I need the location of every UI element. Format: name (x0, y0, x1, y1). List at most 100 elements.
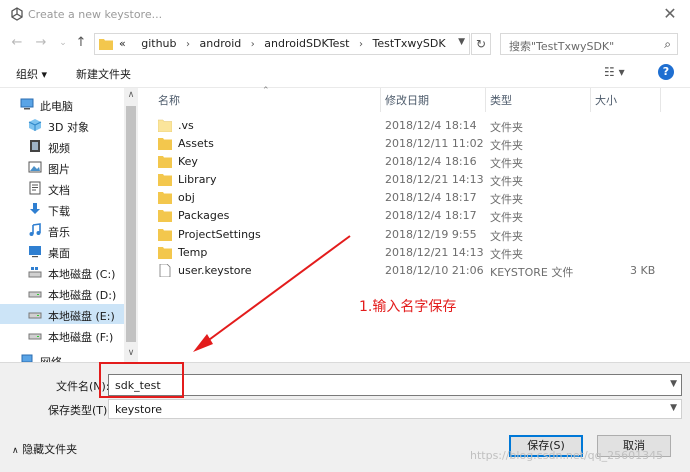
breadcrumb-testtxwysdk[interactable]: TestTxwySDK (372, 37, 445, 50)
chevron-down-icon[interactable]: ⌄ (54, 34, 72, 52)
refresh-icon[interactable]: ↻ (471, 33, 491, 55)
breadcrumb: « github › android › androidSDKTest › Te… (119, 37, 446, 50)
column-divider[interactable] (485, 88, 486, 112)
view-options-icon[interactable]: ☷ ▾ (604, 65, 625, 79)
filetype-label: 保存类型(T): (48, 404, 112, 417)
sidebar: 此电脑 3D 对象 视频 图片 文档 下载 音乐 桌面 本地磁盘 (C:) 本地… (0, 88, 124, 362)
download-icon (30, 203, 40, 214)
filetype-value: keystore (115, 403, 163, 416)
sidebar-item-this-pc[interactable]: 此电脑 (0, 94, 124, 114)
sidebar-item-desktop[interactable]: 桌面 (0, 241, 124, 261)
table-row[interactable]: .vs 2018/12/4 18:14 文件夹 (150, 117, 690, 135)
window-title: Create a new keystore... (28, 8, 163, 21)
column-divider[interactable] (380, 88, 381, 112)
table-row[interactable]: user.keystore 2018/12/10 21:06 KEYSTORE … (150, 262, 690, 280)
cube-icon (28, 119, 42, 131)
breadcrumb-overflow[interactable]: « (119, 37, 126, 50)
new-folder-button[interactable]: 新建文件夹 (76, 66, 131, 82)
scrollbar-thumb[interactable] (126, 106, 136, 342)
music-icon (29, 223, 41, 236)
network-icon (21, 354, 33, 362)
command-toolbar: 组织 ▾ 新建文件夹 ☷ ▾ ? (0, 58, 690, 88)
folder-icon (158, 156, 172, 168)
search-icon[interactable]: ⌕ (664, 37, 671, 52)
filename-input[interactable] (109, 375, 663, 395)
hide-folders-toggle[interactable]: ∧ 隐藏文件夹 (12, 441, 77, 457)
column-header-size[interactable]: 大小 (595, 92, 617, 108)
sort-ascending-icon: ⌃ (262, 86, 270, 96)
sidebar-item-documents[interactable]: 文档 (0, 178, 124, 198)
video-icon (30, 140, 40, 152)
sidebar-item-drive-f[interactable]: 本地磁盘 (F:) (0, 325, 124, 345)
annotation-text: 1.输入名字保存 (359, 299, 457, 315)
sidebar-item-drive-c[interactable]: 本地磁盘 (C:) (0, 262, 124, 282)
search-box[interactable]: 搜索"TestTxwySDK" ⌕ (500, 33, 678, 55)
sidebar-item-videos[interactable]: 视频 (0, 136, 124, 156)
folder-icon (158, 247, 172, 259)
breadcrumb-github[interactable]: github (141, 37, 176, 50)
table-row[interactable]: Temp 2018/12/21 14:13 文件夹 (150, 244, 690, 262)
column-header-type[interactable]: 类型 (490, 92, 512, 108)
organize-button[interactable]: 组织 ▾ (16, 66, 47, 82)
folder-icon (158, 119, 172, 132)
column-header-date[interactable]: 修改日期 (385, 92, 429, 108)
chevron-down-icon[interactable]: ▼ (458, 37, 465, 47)
desktop-icon (29, 246, 41, 258)
table-row[interactable]: obj 2018/12/4 18:17 文件夹 (150, 189, 690, 207)
folder-icon (158, 138, 172, 150)
chevron-right-icon[interactable]: › (359, 39, 363, 50)
help-icon[interactable]: ? (658, 64, 674, 80)
computer-icon (20, 98, 34, 110)
sidebar-item-drive-e[interactable]: 本地磁盘 (E:) (0, 304, 124, 324)
chevron-right-icon[interactable]: › (186, 39, 190, 50)
windows-drive-icon (28, 267, 42, 278)
folder-icon (158, 192, 172, 204)
scroll-down-icon[interactable]: ∨ (124, 348, 138, 358)
forward-arrow-icon[interactable]: → (32, 34, 50, 52)
unity-icon (11, 7, 23, 21)
chevron-down-icon[interactable]: ▼ (670, 403, 677, 413)
scroll-up-icon[interactable]: ∧ (124, 90, 138, 100)
table-row[interactable]: Library 2018/12/21 14:13 文件夹 (150, 171, 690, 189)
filetype-select[interactable]: keystore ▼ (108, 399, 682, 419)
column-divider[interactable] (590, 88, 591, 112)
table-row[interactable]: Packages 2018/12/4 18:17 文件夹 (150, 207, 690, 225)
breadcrumb-android[interactable]: android (200, 37, 242, 50)
sidebar-item-downloads[interactable]: 下载 (0, 199, 124, 219)
back-arrow-icon[interactable]: ← (8, 34, 26, 52)
chevron-right-icon[interactable]: › (251, 39, 255, 50)
table-row[interactable]: ProjectSettings 2018/12/19 9:55 文件夹 (150, 226, 690, 244)
title-bar: Create a new keystore... ✕ (0, 0, 690, 30)
chevron-up-icon: ∧ (12, 446, 19, 456)
close-icon[interactable]: ✕ (660, 4, 680, 24)
chevron-down-icon[interactable]: ▼ (670, 379, 677, 389)
sidebar-item-music[interactable]: 音乐 (0, 220, 124, 240)
column-divider[interactable] (660, 88, 661, 112)
column-header-name[interactable]: 名称 (158, 92, 180, 108)
folder-icon (99, 39, 113, 50)
breadcrumb-androidsdktest[interactable]: androidSDKTest (264, 37, 349, 50)
sidebar-scrollbar[interactable]: ∧ ∨ (124, 88, 138, 362)
folder-icon (158, 229, 172, 241)
filename-label: 文件名(N): (56, 380, 110, 393)
drive-icon (28, 291, 42, 298)
address-bar[interactable]: « github › android › androidSDKTest › Te… (94, 33, 470, 55)
search-placeholder: 搜索"TestTxwySDK" (509, 40, 615, 53)
sidebar-item-network[interactable]: 网络 (0, 350, 124, 362)
sidebar-item-pictures[interactable]: 图片 (0, 157, 124, 177)
sidebar-item-3d-objects[interactable]: 3D 对象 (0, 115, 124, 135)
table-row[interactable]: Assets 2018/12/11 11:02 文件夹 (150, 135, 690, 153)
navigation-bar: ← → ⌄ ↑ « github › android › androidSDKT… (0, 30, 690, 58)
filename-field[interactable]: ▼ (108, 374, 682, 396)
folder-icon (158, 210, 172, 222)
sidebar-item-drive-d[interactable]: 本地磁盘 (D:) (0, 283, 124, 303)
watermark: https://blog.csdn.net/qq_25601345 (470, 449, 664, 462)
file-icon (159, 264, 171, 277)
table-row[interactable]: Key 2018/12/4 18:16 文件夹 (150, 153, 690, 171)
drive-icon (28, 312, 42, 319)
up-arrow-icon[interactable]: ↑ (72, 34, 90, 52)
document-icon (29, 181, 41, 195)
folder-icon (158, 174, 172, 186)
file-list: ⌃ 名称 修改日期 类型 大小 .vs 2018/12/4 18:14 文件夹 … (150, 86, 690, 362)
image-icon (28, 161, 42, 173)
